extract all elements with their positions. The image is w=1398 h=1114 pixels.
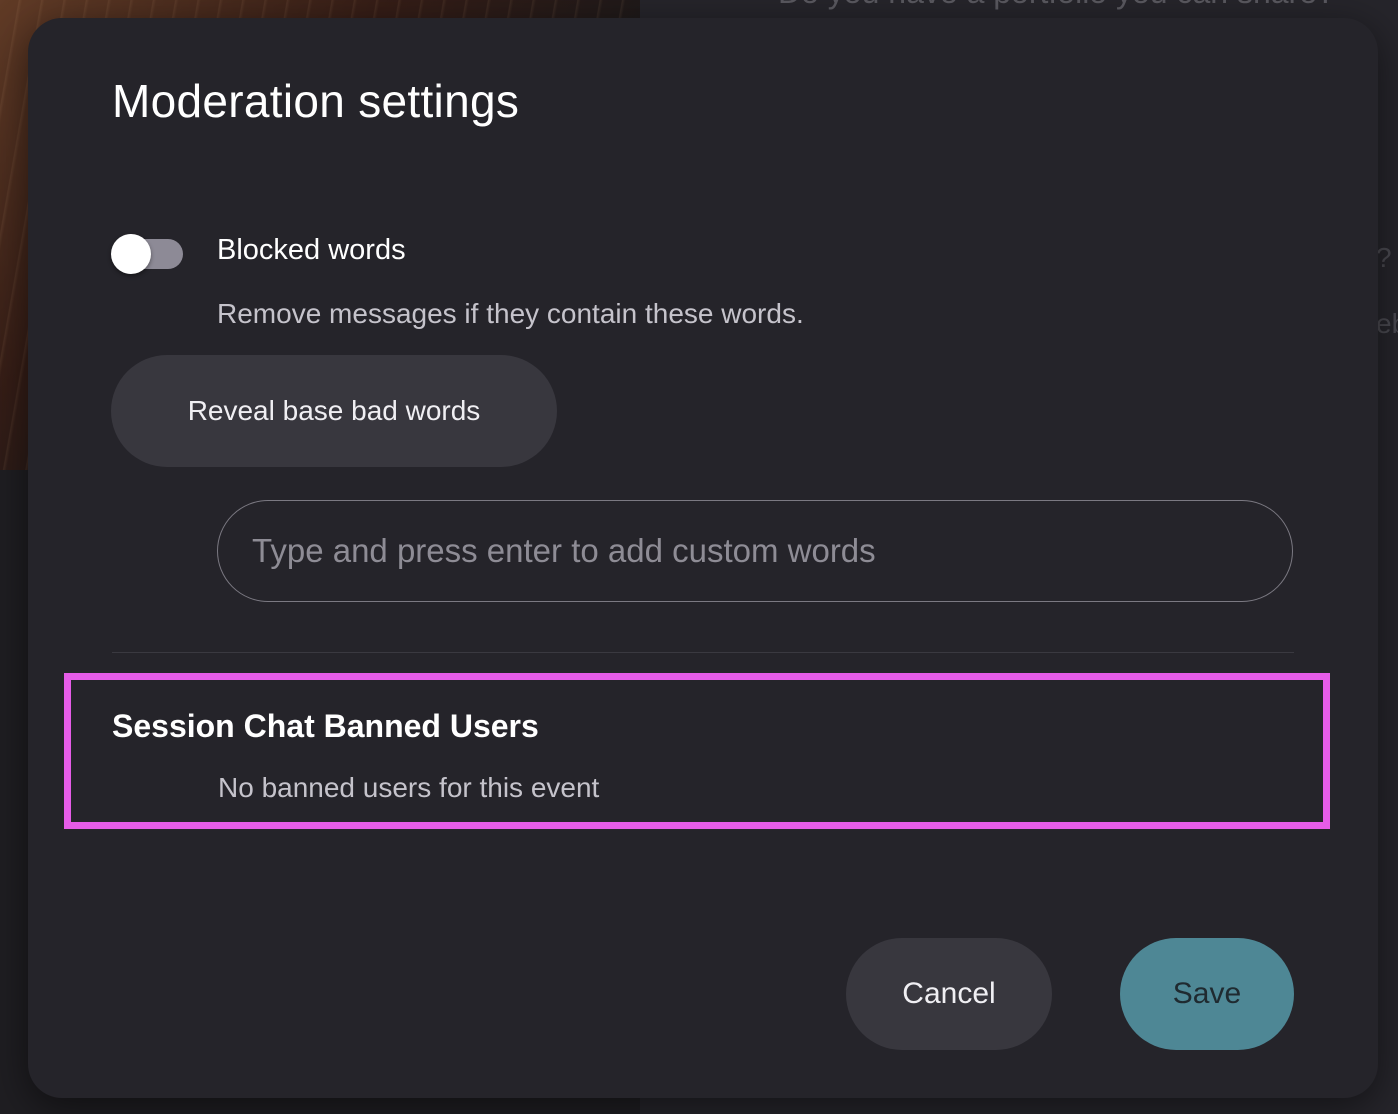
cancel-button[interactable]: Cancel <box>846 938 1052 1050</box>
blocked-words-description: Remove messages if they contain these wo… <box>217 298 804 329</box>
background-side-text: ? <box>1376 242 1392 273</box>
custom-words-input[interactable] <box>217 500 1293 602</box>
moderation-settings-dialog: Moderation settings Blocked words Remove… <box>28 18 1378 1098</box>
section-divider <box>112 652 1294 653</box>
dialog-title: Moderation settings <box>112 75 520 127</box>
background-headline: Do you have a portfolio you can share? <box>778 0 1335 11</box>
banned-users-empty-message: No banned users for this event <box>218 772 600 803</box>
toggle-knob <box>111 234 151 274</box>
banned-users-section: Session Chat Banned Users No banned user… <box>64 673 1330 829</box>
banned-users-heading: Session Chat Banned Users <box>112 708 539 744</box>
reveal-bad-words-button[interactable]: Reveal base bad words <box>111 355 557 467</box>
blocked-words-label: Blocked words <box>217 234 406 266</box>
save-button[interactable]: Save <box>1120 938 1294 1050</box>
blocked-words-toggle[interactable] <box>111 234 183 274</box>
background-side-text: eb <box>1376 308 1398 339</box>
